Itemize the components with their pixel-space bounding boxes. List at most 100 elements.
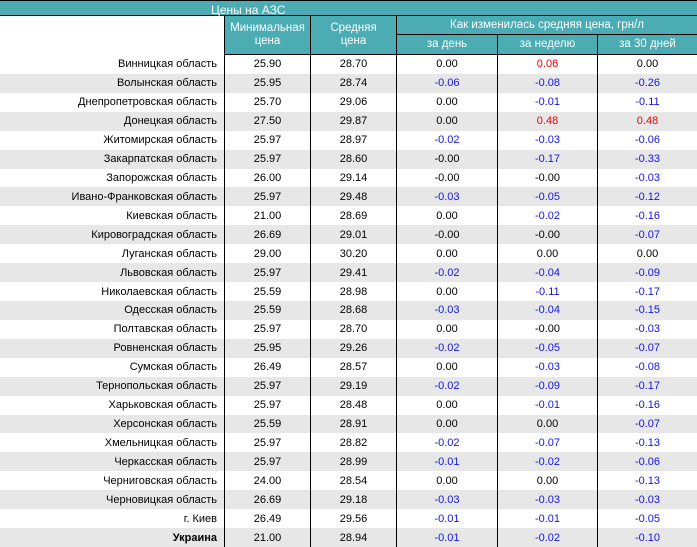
avg-price-cell: 29.48 xyxy=(310,187,396,207)
month-change-cell: -0.08 xyxy=(597,357,697,377)
min-price-cell: 25.90 xyxy=(224,55,310,74)
min-price-cell: 25.59 xyxy=(224,414,310,434)
min-price-cell: 27.50 xyxy=(224,111,310,131)
table-row: Днепропетровская область 25.70 29.06 0.00 -0… xyxy=(0,92,697,112)
region-cell: Черновицкая область xyxy=(106,493,217,506)
day-change-cell: 0.00 xyxy=(396,111,497,131)
day-change-cell: 0.00 xyxy=(396,414,497,434)
month-change-cell: -0.13 xyxy=(597,433,697,453)
month-change-cell: -0.07 xyxy=(597,225,697,245)
month-change-cell: -0.10 xyxy=(597,528,697,547)
region-cell: Закарпатская область xyxy=(103,153,217,166)
week-change-cell: -0.01 xyxy=(497,509,597,529)
region-cell: Киевская область xyxy=(126,209,217,222)
month-change-cell: -0.16 xyxy=(597,206,697,226)
region-cell: Днепропетровская область xyxy=(78,96,217,109)
avg-price-cell: 29.01 xyxy=(310,225,396,245)
table-row: Николаевская область 25.59 28.98 0.00 -0.11-… xyxy=(0,282,697,301)
avg-price-cell: 29.56 xyxy=(310,509,396,529)
table-row: Украина 21.00 28.94 -0.01 -0.02 -0.10 xyxy=(0,528,697,547)
table-row: Винницкая область 25.90 28.70 0.00 0.06 0.00 xyxy=(0,55,697,74)
region-cell: Запорожская область xyxy=(106,171,217,184)
avg-price-cell: 29.41 xyxy=(310,263,396,283)
table-body: Винницкая область 25.90 28.70 0.00 0.06 0.00 В… xyxy=(0,55,697,547)
region-cell: Херсонская область xyxy=(113,417,217,430)
week-change-cell: -0.02 xyxy=(497,528,597,547)
day-change-cell: -0.02 xyxy=(396,376,497,396)
avg-price-cell: 29.14 xyxy=(310,168,396,188)
day-change-cell: -0.01 xyxy=(396,528,497,547)
min-price-cell: 25.97 xyxy=(224,263,310,283)
table-row: Луганская область 29.00 30.20 0.00 0.00 0.00 xyxy=(0,244,697,264)
avg-price-cell: 28.70 xyxy=(310,55,396,74)
month-change-cell: -0.12 xyxy=(597,187,697,207)
week-change-cell: -0.03 xyxy=(497,357,597,377)
region-cell: г. Киев xyxy=(183,512,217,525)
min-price-cell: 26.49 xyxy=(224,357,310,377)
week-change-cell: -0.05 xyxy=(497,338,597,358)
day-change-cell: -0.01 xyxy=(396,452,497,472)
month-change-cell: -0.03 xyxy=(597,490,697,510)
table-row: Запорожская область 26.00 29.14 -0.00 -0.00-… xyxy=(0,168,697,188)
region-cell: Житомирская область xyxy=(103,134,217,147)
region-cell: Ровненская область xyxy=(113,342,218,355)
region-cell: Ивано-Франковская область xyxy=(71,190,217,203)
table-row: Киевская область 21.00 28.69 0.00 -0.02 -0.16 xyxy=(0,206,697,226)
week-change-cell: -0.04 xyxy=(497,300,597,320)
day-change-cell: -0.03 xyxy=(396,187,497,207)
month-change-cell: -0.05 xyxy=(597,509,697,529)
day-change-cell: 0.00 xyxy=(396,92,497,112)
avg-price-cell: 28.91 xyxy=(310,414,396,434)
min-price-cell: 25.95 xyxy=(224,338,310,358)
min-price-cell: 25.70 xyxy=(224,92,310,112)
day-change-cell: -0.03 xyxy=(396,300,497,320)
day-change-cell: -0.00 xyxy=(396,168,497,188)
min-price-cell: 26.69 xyxy=(224,490,310,510)
week-change-cell: -0.02 xyxy=(497,452,597,472)
min-price-cell: 21.00 xyxy=(224,528,310,547)
min-price-cell: 26.49 xyxy=(224,509,310,529)
week-change-cell: 0.06 xyxy=(497,55,597,74)
avg-price-cell: 29.87 xyxy=(310,111,396,131)
column-header-month-change: за 30 дней xyxy=(597,35,697,55)
min-price-cell: 25.97 xyxy=(224,149,310,169)
table-row: Черновицкая область 26.69 29.18 -0.03 -0.03-… xyxy=(0,490,697,510)
week-change-cell: -0.01 xyxy=(497,92,597,112)
table-row: Донецкая область 27.50 29.87 0.00 0.48 0.48 xyxy=(0,111,697,131)
week-change-cell: 0.00 xyxy=(497,471,597,491)
week-change-cell: 0.00 xyxy=(497,414,597,434)
table-row: г. Киев 26.49 29.56 -0.01 -0.01 -0.05 xyxy=(0,509,697,529)
avg-price-cell: 29.18 xyxy=(310,490,396,510)
avg-price-cell: 28.74 xyxy=(310,73,396,93)
avg-price-cell: 28.98 xyxy=(310,282,396,301)
region-cell: Сумская область xyxy=(129,361,217,374)
min-price-cell: 25.95 xyxy=(224,73,310,93)
month-change-cell: -0.03 xyxy=(597,168,697,188)
region-cell: Луганская область xyxy=(121,247,217,260)
week-change-cell: -0.00 xyxy=(497,225,597,245)
table-row: Черкасская область 25.97 28.99 -0.01 -0.02 -0… xyxy=(0,452,697,472)
week-change-cell: -0.01 xyxy=(497,395,597,415)
day-change-cell: -0.01 xyxy=(396,509,497,529)
day-change-cell: -0.02 xyxy=(396,263,497,283)
column-header-min-price: Минимальная цена xyxy=(224,16,310,55)
month-change-cell: -0.13 xyxy=(597,471,697,491)
page-title: Цены на АЗС xyxy=(211,3,286,17)
day-change-cell: 0.00 xyxy=(396,319,497,339)
table-row: Житомирская область 25.97 28.97 -0.02 -0.03-… xyxy=(0,130,697,150)
region-cell: Харьковская область xyxy=(108,399,218,412)
week-change-cell: -0.05 xyxy=(497,187,597,207)
region-cell: Одесская область xyxy=(124,304,217,317)
week-change-cell: -0.09 xyxy=(497,376,597,396)
month-change-cell: -0.11 xyxy=(597,92,697,112)
week-change-cell: 0.48 xyxy=(497,111,597,131)
avg-price-cell: 28.69 xyxy=(310,206,396,226)
week-change-cell: -0.07 xyxy=(497,433,597,453)
region-cell: Хмельницкая область xyxy=(104,436,217,449)
avg-price-cell: 28.82 xyxy=(310,433,396,453)
month-change-cell: 0.48 xyxy=(597,111,697,131)
month-change-cell: -0.09 xyxy=(597,263,697,283)
column-header-change-group: Как изменилась средняя цена, грн/л xyxy=(396,16,697,35)
week-change-cell: -0.11 xyxy=(497,282,597,301)
month-change-cell: -0.07 xyxy=(597,338,697,358)
